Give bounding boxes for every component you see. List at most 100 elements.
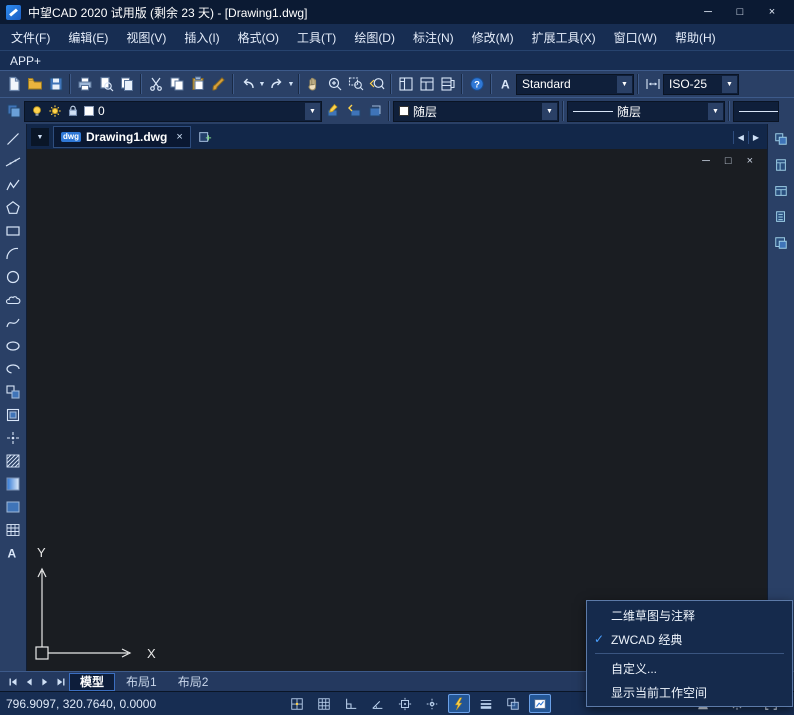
- match-properties-button[interactable]: [208, 73, 229, 95]
- tab-scroll-right-button[interactable]: ▶: [748, 131, 763, 144]
- gradient-button[interactable]: [2, 473, 24, 494]
- layer-previous-button[interactable]: [343, 100, 364, 122]
- last-layout-button[interactable]: [53, 674, 68, 690]
- make-object-layer-current-button[interactable]: [322, 100, 343, 122]
- menu-tools[interactable]: 工具(T): [288, 25, 345, 50]
- chevron-down-icon[interactable]: ▼: [305, 103, 320, 120]
- next-layout-button[interactable]: [37, 674, 52, 690]
- design-center-panel-button[interactable]: [770, 180, 792, 201]
- spline-button[interactable]: [2, 312, 24, 333]
- close-button[interactable]: ×: [756, 0, 788, 24]
- otrack-toggle-button[interactable]: [421, 694, 443, 713]
- minimize-button[interactable]: ─: [692, 0, 724, 24]
- chevron-down-icon[interactable]: ▼: [708, 103, 723, 120]
- polyline-button[interactable]: [2, 174, 24, 195]
- dynamic-input-toggle-button[interactable]: [448, 694, 470, 713]
- menu-window[interactable]: 窗口(W): [605, 25, 666, 50]
- construction-line-button[interactable]: [2, 151, 24, 172]
- menu-view[interactable]: 视图(V): [117, 25, 175, 50]
- layer-combo[interactable]: 0 ▼: [24, 101, 322, 122]
- zoom-window-button[interactable]: [345, 73, 366, 95]
- table-button[interactable]: [2, 519, 24, 540]
- maximize-button[interactable]: □: [724, 0, 756, 24]
- ortho-toggle-button[interactable]: [340, 694, 362, 713]
- drawing-canvas[interactable]: ─ □ × Y X: [27, 149, 767, 671]
- undo-button[interactable]: [237, 73, 258, 95]
- layout-tab-model[interactable]: 模型: [69, 673, 115, 691]
- tab-close-icon[interactable]: ×: [176, 131, 182, 143]
- tool-palette-panel-button[interactable]: [770, 154, 792, 175]
- redo-button[interactable]: [266, 73, 287, 95]
- menu-file[interactable]: 文件(F): [2, 25, 59, 50]
- tool-palettes-button[interactable]: [437, 73, 458, 95]
- menu-edit[interactable]: 编辑(E): [59, 25, 117, 50]
- linetype-combo[interactable]: 随层 ▼: [567, 101, 725, 122]
- open-file-button[interactable]: [24, 73, 45, 95]
- properties-palette-button[interactable]: [395, 73, 416, 95]
- model-paper-toggle-button[interactable]: [529, 694, 551, 713]
- design-center-button[interactable]: [416, 73, 437, 95]
- layer-properties-button[interactable]: [3, 100, 24, 122]
- plot-button[interactable]: [74, 73, 95, 95]
- osnap-toggle-button[interactable]: [394, 694, 416, 713]
- menu-app-plus[interactable]: APP+: [10, 50, 50, 72]
- chevron-down-icon[interactable]: ▼: [542, 103, 557, 120]
- layout-tab-layout2[interactable]: 布局2: [168, 673, 219, 691]
- previous-layout-button[interactable]: [21, 674, 36, 690]
- tab-scroll-left-button[interactable]: ◀: [733, 131, 748, 144]
- zoom-previous-button[interactable]: [366, 73, 387, 95]
- redo-dropdown-arrow[interactable]: ▼: [287, 81, 295, 88]
- workspace-menu-item-show-current[interactable]: 显示当前工作空间: [587, 680, 792, 704]
- arc-button[interactable]: [2, 243, 24, 264]
- menu-dimension[interactable]: 标注(N): [404, 25, 463, 50]
- zoom-realtime-button[interactable]: [324, 73, 345, 95]
- drawing-tab[interactable]: dwg Drawing1.dwg ×: [53, 126, 191, 148]
- cut-button[interactable]: [145, 73, 166, 95]
- line-button[interactable]: [2, 128, 24, 149]
- ellipse-arc-button[interactable]: [2, 358, 24, 379]
- layout-tab-layout1[interactable]: 布局1: [116, 673, 167, 691]
- chevron-down-icon[interactable]: ▼: [617, 76, 632, 93]
- menu-modify[interactable]: 修改(M): [463, 25, 523, 50]
- new-file-button[interactable]: [3, 73, 24, 95]
- menu-insert[interactable]: 插入(I): [175, 25, 228, 50]
- dim-style-combo[interactable]: ISO-25 ▼: [663, 74, 739, 95]
- color-combo[interactable]: 随层 ▼: [393, 101, 559, 122]
- revision-cloud-button[interactable]: [2, 289, 24, 310]
- rectangle-button[interactable]: [2, 220, 24, 241]
- doc-close-button[interactable]: ×: [747, 155, 753, 167]
- menu-draw[interactable]: 绘图(D): [345, 25, 404, 50]
- first-layout-button[interactable]: [5, 674, 20, 690]
- hatch-button[interactable]: [2, 450, 24, 471]
- markup-panel-button[interactable]: [770, 232, 792, 253]
- region-button[interactable]: [2, 496, 24, 517]
- workspace-menu-item-zwcad-classic[interactable]: ✓ ZWCAD 经典: [587, 627, 792, 651]
- sheet-set-panel-button[interactable]: [770, 206, 792, 227]
- new-drawing-tab-button[interactable]: [195, 126, 216, 148]
- publish-button[interactable]: [116, 73, 137, 95]
- doc-restore-button[interactable]: □: [725, 155, 732, 167]
- copy-button[interactable]: [166, 73, 187, 95]
- chevron-down-icon[interactable]: ▼: [722, 76, 737, 93]
- properties-panel-button[interactable]: [770, 128, 792, 149]
- dim-style-tool[interactable]: [642, 73, 663, 95]
- ellipse-button[interactable]: [2, 335, 24, 356]
- text-style-tool[interactable]: A: [495, 73, 516, 95]
- doc-minimize-button[interactable]: ─: [702, 155, 710, 167]
- polygon-button[interactable]: [2, 197, 24, 218]
- menu-express-tools[interactable]: 扩展工具(X): [523, 25, 605, 50]
- grid-toggle-button[interactable]: [313, 694, 335, 713]
- insert-block-button[interactable]: [2, 381, 24, 402]
- transparency-toggle-button[interactable]: [502, 694, 524, 713]
- print-preview-button[interactable]: [95, 73, 116, 95]
- save-button[interactable]: [45, 73, 66, 95]
- lineweight-toggle-button[interactable]: [475, 694, 497, 713]
- mtext-button[interactable]: A: [2, 542, 24, 563]
- lineweight-combo-partial[interactable]: [733, 101, 779, 122]
- polar-toggle-button[interactable]: [367, 694, 389, 713]
- make-block-button[interactable]: [2, 404, 24, 425]
- workspace-menu-item-2d-drafting[interactable]: 二维草图与注释: [587, 603, 792, 627]
- snap-toggle-button[interactable]: [286, 694, 308, 713]
- point-button[interactable]: [2, 427, 24, 448]
- text-style-combo[interactable]: Standard ▼: [516, 74, 634, 95]
